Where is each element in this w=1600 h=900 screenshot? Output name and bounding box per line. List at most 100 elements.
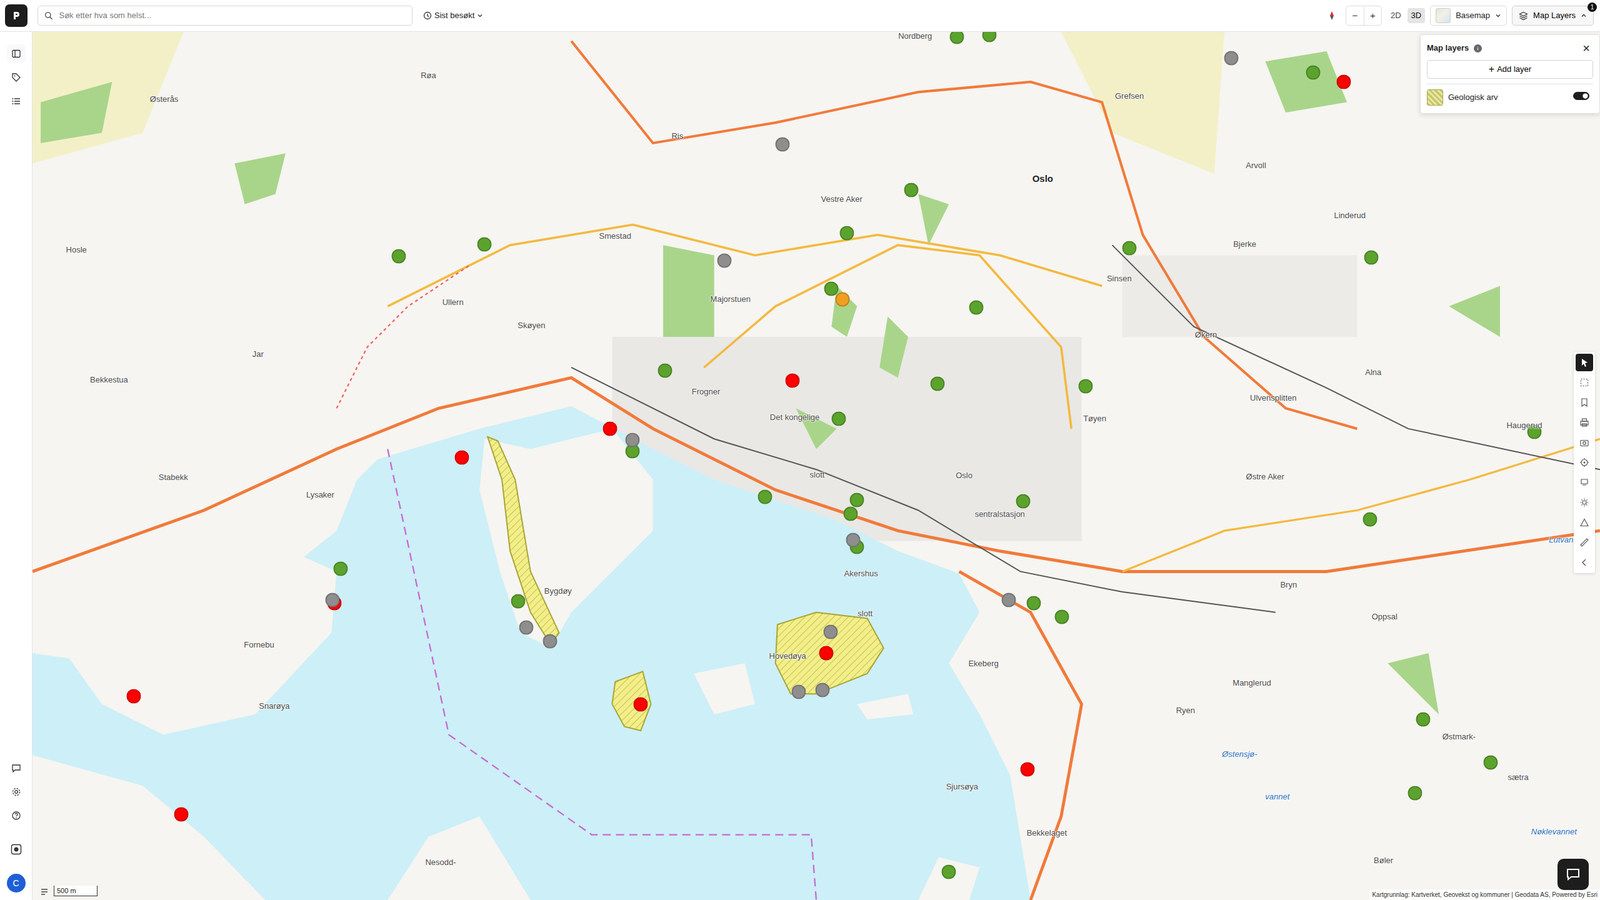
map-pin[interactable]	[1363, 512, 1378, 527]
map-pin[interactable]	[1408, 785, 1423, 800]
camera-icon[interactable]	[1575, 433, 1594, 452]
top-bar: Sist besøkt − + 2D3D Basemap Map Layers …	[0, 0, 1600, 32]
map-pin[interactable]	[850, 493, 865, 508]
view-mode-button[interactable]: 2D	[1386, 8, 1405, 24]
close-button[interactable]: ×	[1579, 41, 1594, 55]
map-pin[interactable]	[1416, 712, 1431, 727]
map-pin[interactable]	[1336, 75, 1351, 90]
map-pin[interactable]	[843, 506, 859, 521]
map-pin[interactable]	[839, 225, 854, 240]
cursor-icon[interactable]	[1575, 353, 1594, 372]
search-input[interactable]	[57, 8, 406, 23]
map-pin[interactable]	[1483, 755, 1499, 770]
basemap-button[interactable]: Basemap	[1430, 5, 1507, 26]
help-icon[interactable]	[6, 806, 26, 825]
view-mode-button[interactable]: 3D	[1407, 8, 1426, 24]
basemap-thumbnail	[1435, 8, 1451, 24]
basemap-drawing	[32, 31, 1600, 900]
clock-icon	[423, 11, 432, 20]
map-pin[interactable]	[519, 620, 534, 635]
feedback-icon[interactable]	[6, 758, 26, 778]
map-pin[interactable]	[1001, 593, 1017, 608]
search-field[interactable]	[37, 5, 413, 26]
recent-dropdown[interactable]: Sist besøkt	[417, 6, 489, 25]
map-pin[interactable]	[477, 236, 492, 252]
tag-icon[interactable]	[6, 68, 26, 87]
place-label: Majorstuen	[710, 293, 751, 306]
gear-icon[interactable]	[6, 782, 26, 802]
map-pin[interactable]	[930, 376, 945, 392]
map-pin[interactable]	[819, 646, 834, 661]
light-icon[interactable]	[1575, 493, 1594, 512]
map-pin[interactable]	[1078, 378, 1093, 394]
map-pin[interactable]	[1122, 241, 1137, 256]
measure-icon[interactable]	[1575, 533, 1594, 552]
add-layer-button[interactable]: + Add layer	[1426, 60, 1594, 79]
select-area-icon[interactable]	[1575, 373, 1594, 392]
print-icon[interactable]	[1575, 413, 1594, 432]
info-icon[interactable]	[1473, 44, 1482, 53]
map-pin[interactable]	[941, 864, 957, 879]
map-pin[interactable]	[758, 490, 773, 505]
layer-row[interactable]: Geologisk arv	[1426, 89, 1594, 106]
map-pin[interactable]	[969, 300, 984, 315]
logo-icon[interactable]	[5, 4, 28, 27]
map-pin[interactable]	[1020, 762, 1035, 777]
map-pin[interactable]	[845, 533, 860, 548]
map-pin[interactable]	[1055, 609, 1070, 624]
map-pin[interactable]	[325, 593, 340, 608]
map-pin[interactable]	[831, 411, 846, 426]
map-pin[interactable]	[658, 363, 673, 379]
bookmark-icon[interactable]	[1575, 393, 1594, 412]
map-pin[interactable]	[333, 561, 349, 576]
locate-icon[interactable]	[1575, 453, 1594, 472]
map-pin[interactable]	[823, 625, 838, 640]
place-label: Bekkelaget	[1026, 826, 1067, 840]
place-label: Stabekk	[158, 471, 189, 485]
screen-icon[interactable]	[1575, 473, 1594, 492]
compass-button[interactable]	[1323, 6, 1341, 25]
map-pin[interactable]	[791, 685, 807, 700]
zoom-out-button[interactable]: −	[1346, 6, 1364, 25]
place-label: Bygdøy	[544, 585, 572, 598]
map-pin[interactable]	[391, 249, 407, 264]
map-pin[interactable]	[716, 253, 732, 268]
map-pin[interactable]	[603, 421, 618, 437]
legend-icon[interactable]	[40, 887, 49, 897]
map-pin[interactable]	[1305, 65, 1320, 80]
place-label: Østerås	[150, 93, 179, 106]
map-pin[interactable]	[824, 281, 839, 297]
map-pin[interactable]	[1224, 51, 1239, 66]
collapse-icon[interactable]	[1575, 553, 1594, 572]
map-pin[interactable]	[775, 136, 790, 152]
place-label: sætra	[1508, 771, 1529, 785]
map-canvas[interactable]: NordbergRøaGrefsenØsteråsRisOsloArvollVe…	[32, 31, 1600, 900]
user-avatar[interactable]: C	[6, 873, 26, 893]
map-pin[interactable]	[785, 373, 800, 389]
map-pin[interactable]	[455, 450, 470, 465]
chat-button[interactable]	[1557, 858, 1589, 890]
chevron-down-icon	[1495, 12, 1502, 19]
place-label: Alna	[1365, 366, 1382, 380]
map-pin[interactable]	[633, 696, 649, 712]
layer-visibility-switch[interactable]	[1573, 91, 1590, 100]
map-book-icon[interactable]	[6, 44, 26, 64]
map-pin[interactable]	[542, 633, 557, 649]
map-pin[interactable]	[1026, 596, 1041, 611]
elevation-icon[interactable]	[1575, 513, 1594, 532]
map-pin[interactable]	[174, 807, 189, 822]
map-pin[interactable]	[126, 688, 141, 704]
map-pin[interactable]	[1016, 494, 1031, 509]
layer-thumbnail	[1426, 89, 1444, 106]
map-pin[interactable]	[511, 594, 526, 609]
map-pin[interactable]	[835, 291, 850, 307]
map-pin[interactable]	[1364, 250, 1379, 265]
record-icon[interactable]	[6, 840, 26, 859]
map-layers-button[interactable]: Map Layers 1	[1511, 5, 1594, 26]
zoom-in-button[interactable]: +	[1363, 6, 1382, 25]
map-pin[interactable]	[815, 683, 830, 698]
map-pin[interactable]	[625, 433, 640, 448]
map-pin[interactable]	[903, 183, 919, 198]
place-label: Ulvensplitten	[1250, 391, 1297, 405]
list-icon[interactable]	[6, 91, 26, 111]
